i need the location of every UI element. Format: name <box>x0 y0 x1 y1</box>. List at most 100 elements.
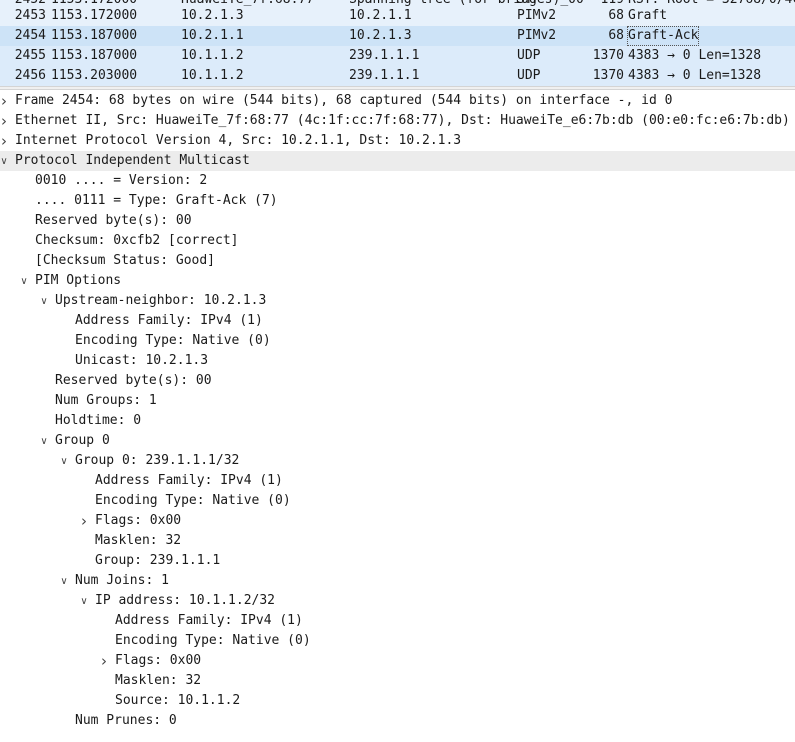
detail-tree-item[interactable]: Protocol Independent Multicast <box>0 151 795 171</box>
packet-length: 1370 <box>592 68 624 83</box>
detail-tree-item-label: Frame 2454: 68 bytes on wire (544 bits),… <box>15 93 673 108</box>
pane-splitter[interactable] <box>0 86 795 90</box>
detail-tree-item-label: Num Groups: 1 <box>55 393 157 408</box>
packet-length: 68 <box>608 28 624 43</box>
detail-tree-item[interactable]: PIM Options <box>0 271 795 291</box>
detail-tree-item[interactable]: Holdtime: 0 <box>0 411 795 431</box>
detail-tree-item[interactable]: IP address: 10.1.1.2/32 <box>0 591 795 611</box>
packet-protocol: PIMv2 <box>517 8 557 23</box>
chevron-down-icon[interactable] <box>78 591 90 611</box>
chevron-down-icon[interactable] <box>38 291 50 311</box>
packet-info: 4383 → 0 Len=1328 <box>628 48 762 63</box>
packet-no: 2453 <box>14 8 46 23</box>
detail-tree-item-label: Holdtime: 0 <box>55 413 142 428</box>
chevron-right-icon[interactable] <box>98 651 110 671</box>
chevron-right-icon[interactable] <box>0 91 10 111</box>
detail-tree-item[interactable]: Address Family: IPv4 (1) <box>0 471 795 491</box>
packet-row[interactable]: 2455 1153.187000 10.1.1.2 239.1.1.1 UDP … <box>0 46 795 66</box>
detail-tree-item-label: Source: 10.1.1.2 <box>115 693 241 708</box>
chevron-down-icon[interactable] <box>18 271 30 291</box>
detail-tree-item-label: Group 0: 239.1.1.1/32 <box>75 453 240 468</box>
chevron-down-icon[interactable] <box>58 571 70 591</box>
detail-tree-item[interactable]: Masklen: 32 <box>0 671 795 691</box>
detail-tree-item[interactable]: Unicast: 10.2.1.3 <box>0 351 795 371</box>
detail-tree-item[interactable]: Num Joins: 1 <box>0 571 795 591</box>
packet-source: 10.2.1.1 <box>181 28 244 43</box>
packet-source: 10.1.1.2 <box>181 48 244 63</box>
detail-tree-item-label: Flags: 0x00 <box>115 653 202 668</box>
packet-time: 1153.187000 <box>51 28 138 43</box>
detail-tree-item-label: Address Family: IPv4 (1) <box>115 613 303 628</box>
detail-tree-item[interactable]: Group 0: 239.1.1.1/32 <box>0 451 795 471</box>
detail-tree-item[interactable]: Group: 239.1.1.1 <box>0 551 795 571</box>
chevron-right-icon[interactable] <box>78 511 90 531</box>
packet-row-selected[interactable]: 2454 1153.187000 10.2.1.1 10.2.1.3 PIMv2… <box>0 26 795 46</box>
detail-tree-item-label: Reserved byte(s): 00 <box>35 213 192 228</box>
detail-tree-item[interactable]: Reserved byte(s): 00 <box>0 211 795 231</box>
packet-row[interactable]: 2453 1153.172000 10.2.1.3 10.2.1.1 PIMv2… <box>0 6 795 26</box>
packet-no: 2456 <box>14 68 46 83</box>
detail-tree-item-label: Encoding Type: Native (0) <box>75 333 271 348</box>
detail-tree-item-label: Encoding Type: Native (0) <box>115 633 311 648</box>
detail-tree-item[interactable]: Flags: 0x00 <box>0 651 795 671</box>
detail-tree-item-label: Encoding Type: Native (0) <box>95 493 291 508</box>
detail-tree-item[interactable]: Encoding Type: Native (0) <box>0 631 795 651</box>
detail-tree-item-label: Protocol Independent Multicast <box>15 153 250 168</box>
chevron-down-icon[interactable] <box>0 151 10 171</box>
packet-protocol: UDP <box>517 48 541 63</box>
packet-source: 10.2.1.3 <box>181 8 244 23</box>
detail-tree-item[interactable]: Num Groups: 1 <box>0 391 795 411</box>
detail-tree-item[interactable]: Internet Protocol Version 4, Src: 10.2.1… <box>0 131 795 151</box>
packet-destination: 10.2.1.1 <box>349 8 412 23</box>
detail-tree-item-label: Address Family: IPv4 (1) <box>75 313 263 328</box>
detail-tree-item-label: 0010 .... = Version: 2 <box>35 173 208 188</box>
detail-tree-item-label: Unicast: 10.2.1.3 <box>75 353 209 368</box>
detail-tree-item[interactable]: Ethernet II, Src: HuaweiTe_7f:68:77 (4c:… <box>0 111 795 131</box>
packet-row[interactable]: 2456 1153.203000 10.1.1.2 239.1.1.1 UDP … <box>0 66 795 86</box>
packet-info: 4383 → 0 Len=1328 <box>628 68 762 83</box>
packet-protocol: PIMv2 <box>517 28 557 43</box>
detail-tree-item[interactable]: Checksum: 0xcfb2 [correct] <box>0 231 795 251</box>
detail-tree-item[interactable]: Masklen: 32 <box>0 531 795 551</box>
detail-tree-item[interactable]: Source: 10.1.1.2 <box>0 691 795 711</box>
detail-tree-item[interactable]: Num Prunes: 0 <box>0 711 795 731</box>
detail-tree-item-label: Group: 239.1.1.1 <box>95 553 221 568</box>
chevron-down-icon[interactable] <box>38 431 50 451</box>
packet-info: Graft <box>628 8 668 23</box>
detail-tree-item[interactable]: Group 0 <box>0 431 795 451</box>
detail-tree-item[interactable]: 0010 .... = Version: 2 <box>0 171 795 191</box>
detail-tree-item-label: Internet Protocol Version 4, Src: 10.2.1… <box>15 133 462 148</box>
packet-list: 2452 1153.172000 HuaweiTe_7f:68:77 Spann… <box>0 0 795 86</box>
detail-tree-item[interactable]: Frame 2454: 68 bytes on wire (544 bits),… <box>0 91 795 111</box>
detail-tree-item-label: [Checksum Status: Good] <box>35 253 216 268</box>
detail-tree-item-label: .... 0111 = Type: Graft-Ack (7) <box>35 193 278 208</box>
packet-length: 68 <box>608 8 624 23</box>
detail-tree-item[interactable]: .... 0111 = Type: Graft-Ack (7) <box>0 191 795 211</box>
detail-tree-item[interactable]: [Checksum Status: Good] <box>0 251 795 271</box>
chevron-right-icon[interactable] <box>0 131 10 151</box>
chevron-right-icon[interactable] <box>0 111 10 131</box>
packet-no: 2454 <box>14 28 46 43</box>
packet-source: 10.1.1.2 <box>181 68 244 83</box>
packet-info: Graft-Ack <box>627 26 700 46</box>
detail-tree-item[interactable]: Flags: 0x00 <box>0 511 795 531</box>
detail-tree-item-label: PIM Options <box>35 273 122 288</box>
packet-protocol: UDP <box>517 68 541 83</box>
detail-tree-item-label: Num Joins: 1 <box>75 573 169 588</box>
detail-tree-item[interactable]: Address Family: IPv4 (1) <box>0 611 795 631</box>
packet-destination: 10.2.1.3 <box>349 28 412 43</box>
detail-tree-item-label: Reserved byte(s): 00 <box>55 373 212 388</box>
packet-destination: 239.1.1.1 <box>349 48 420 63</box>
chevron-down-icon[interactable] <box>58 451 70 471</box>
packet-time: 1153.172000 <box>51 8 138 23</box>
detail-tree-item[interactable]: Address Family: IPv4 (1) <box>0 311 795 331</box>
detail-tree-item-label: Checksum: 0xcfb2 [correct] <box>35 233 239 248</box>
detail-tree-item-label: Upstream-neighbor: 10.2.1.3 <box>55 293 267 308</box>
detail-tree-item[interactable]: Reserved byte(s): 00 <box>0 371 795 391</box>
detail-tree-item[interactable]: Upstream-neighbor: 10.2.1.3 <box>0 291 795 311</box>
detail-tree-item-label: IP address: 10.1.1.2/32 <box>95 593 276 608</box>
detail-tree-item[interactable]: Encoding Type: Native (0) <box>0 331 795 351</box>
detail-tree-item-label: Masklen: 32 <box>95 533 182 548</box>
detail-tree-item[interactable]: Encoding Type: Native (0) <box>0 491 795 511</box>
detail-tree-item-label: Ethernet II, Src: HuaweiTe_7f:68:77 (4c:… <box>15 113 790 128</box>
